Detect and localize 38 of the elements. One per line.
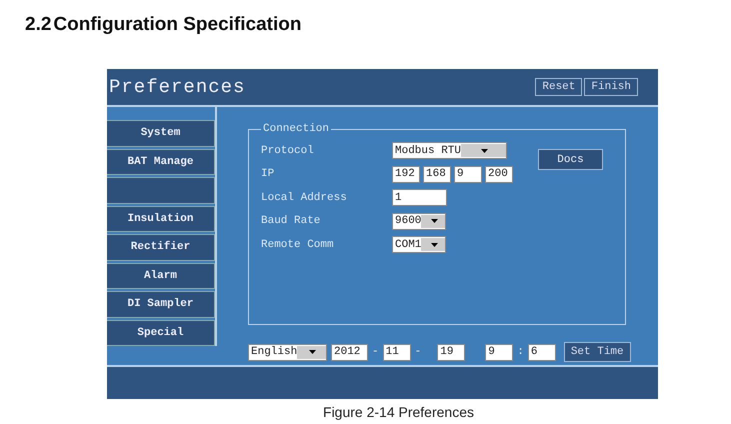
toolbar-button[interactable]: Finish [584, 78, 638, 96]
field-label: Baud Rate [261, 215, 322, 228]
dropdown[interactable]: English [248, 344, 327, 360]
field-label: Local Address [261, 192, 348, 204]
dropdown[interactable]: COM1 [392, 236, 446, 254]
toolbar-button[interactable]: Reset [535, 78, 582, 96]
sidebar-item[interactable]: BAT Manage [107, 148, 215, 175]
field-label: Protocol [261, 144, 315, 157]
set-time-button[interactable]: Set Time [564, 342, 631, 362]
input-field[interactable]: 6 [528, 344, 556, 360]
docs-button[interactable]: Docs [538, 149, 603, 170]
input-field[interactable]: 19 [437, 344, 466, 360]
dropdown[interactable]: 9600 [392, 212, 446, 230]
input-field[interactable]: 192 [392, 166, 420, 183]
separator: - [372, 346, 379, 358]
separator: : [517, 346, 524, 358]
sidebar-item[interactable]: Insulation [107, 206, 215, 232]
sidebar-item[interactable]: System [107, 120, 215, 146]
input-field[interactable]: 2012 [331, 344, 368, 360]
window-title: Preferences [109, 76, 246, 98]
field-label: Remote Comm [261, 238, 335, 251]
field-label: IP [261, 168, 276, 180]
dropdown[interactable]: Modbus RTU [392, 142, 507, 160]
input-field[interactable]: 9 [485, 344, 514, 360]
sidebar-item[interactable]: DI Sampler [107, 291, 215, 318]
input-field[interactable]: 11 [382, 344, 411, 360]
sidebar-item[interactable]: Rectifier [107, 234, 215, 260]
section-title: Configuration Specification [53, 14, 302, 36]
input-field[interactable]: 1 [392, 189, 447, 206]
sidebar-item[interactable]: Alarm [107, 262, 215, 289]
sidebar-item[interactable]: Special [107, 320, 215, 346]
input-field[interactable]: 168 [423, 166, 451, 183]
figure-caption: Figure 2-14 Preferences [322, 404, 475, 420]
separator: - [414, 346, 422, 358]
group-title: Connection [262, 123, 330, 135]
input-field[interactable]: 200 [485, 166, 513, 183]
section-number: 2.2 [25, 14, 52, 36]
input-field[interactable]: 9 [454, 166, 482, 183]
